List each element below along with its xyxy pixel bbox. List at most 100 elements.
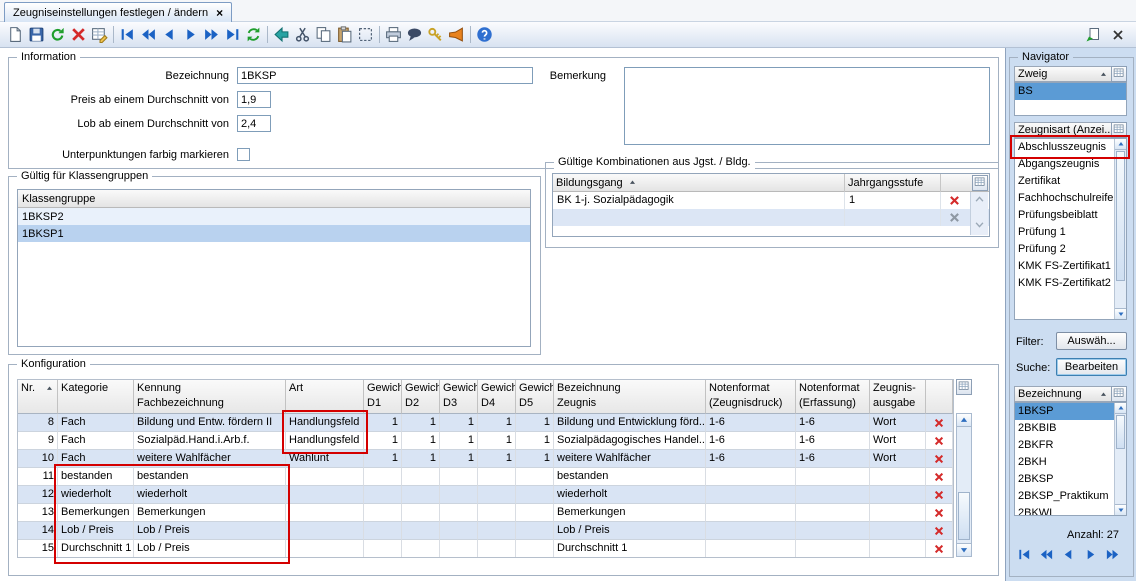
suche-bearbeiten-button[interactable]: Bearbeiten (1056, 358, 1127, 376)
column-header-jahrgangsstufe[interactable]: Jahrgangsstufe (845, 174, 941, 192)
zweig-item[interactable]: BS (1015, 83, 1126, 100)
bezeichnung-item[interactable]: 1BKSP (1015, 403, 1126, 420)
zeugnisart-item[interactable]: Fachhochschulreife (1015, 190, 1126, 207)
zeugnisart-scrollbar[interactable] (1114, 139, 1126, 319)
preis-input[interactable] (237, 91, 271, 108)
close-icon[interactable] (1107, 24, 1128, 45)
konfig-row[interactable]: 10Fachweitere WahlfächerWahlunt11111weit… (18, 450, 953, 468)
scrollbar-thumb[interactable] (958, 492, 970, 540)
zeugnisart-item[interactable]: KMK FS-Zertifikat2 (1015, 275, 1126, 292)
konfig-row[interactable]: 14Lob / PreisLob / PreisLob / Preis (18, 522, 953, 540)
delete-row-button[interactable] (926, 540, 953, 558)
klassengruppe-row[interactable]: 1BKSP1 (18, 225, 530, 242)
bezeichnung-scrollbar[interactable] (1114, 403, 1126, 515)
edit-table-icon[interactable] (89, 24, 110, 45)
bezeichnung-options-button[interactable] (1111, 386, 1127, 402)
filter-auswahl-button[interactable]: Auswäh... (1056, 332, 1127, 350)
nav-forward-icon[interactable] (180, 24, 201, 45)
delete-row-button[interactable] (941, 192, 967, 209)
konfig-row[interactable]: 11bestandenbestandenbestanden (18, 468, 953, 486)
nav-back-button[interactable] (1060, 546, 1077, 562)
bemerkung-textarea[interactable] (624, 67, 990, 145)
delete-row-button[interactable] (926, 468, 953, 486)
key-icon[interactable] (425, 24, 446, 45)
column-header-kennung-fachbezeichnung[interactable]: KennungFachbezeichnung (134, 380, 286, 414)
cut-icon[interactable] (292, 24, 313, 45)
zeugnisart-item[interactable]: Zertifikat (1015, 173, 1126, 190)
konfig-row[interactable]: 12wiederholtwiederholtwiederholt (18, 486, 953, 504)
column-header-kategorie[interactable]: Kategorie (58, 380, 134, 414)
nav-first-button[interactable] (1016, 546, 1033, 562)
detach-icon[interactable] (1082, 24, 1103, 45)
konfig-row[interactable]: 8FachBildung und Entw. fördern IIHandlun… (18, 414, 953, 432)
delete-row-button[interactable] (926, 522, 953, 540)
column-header-zeugnis-ausgabe[interactable]: Zeugnis-ausgabe (870, 380, 926, 414)
zeugnisart-options-button[interactable] (1111, 122, 1127, 138)
scroll-up-icon[interactable] (974, 194, 985, 208)
tab-zeugniseinstellungen[interactable]: Zeugniseinstellungen festlegen / ändern … (4, 2, 232, 22)
delete-icon[interactable] (68, 24, 89, 45)
zeugnisart-item[interactable]: Prüfung 2 (1015, 241, 1126, 258)
scroll-down-icon[interactable] (957, 543, 971, 556)
assign-left-icon[interactable] (271, 24, 292, 45)
scroll-up-icon[interactable] (1115, 139, 1126, 150)
nav-fast-forward-icon[interactable] (201, 24, 222, 45)
help-icon[interactable] (474, 24, 495, 45)
zeugnisart-item[interactable]: KMK FS-Zertifikat1 (1015, 258, 1126, 275)
nav-fast-forward-button[interactable] (1104, 546, 1121, 562)
bezeichnung-item[interactable]: 2BKSP (1015, 471, 1126, 488)
scroll-down-icon[interactable] (974, 219, 985, 233)
konfig-row[interactable]: 9FachSozialpäd.Hand.i.Arb.f.Handlungsfel… (18, 432, 953, 450)
nav-first-icon[interactable] (117, 24, 138, 45)
bezeichnung-item[interactable]: 2BKWI (1015, 505, 1126, 516)
reload-icon[interactable] (47, 24, 68, 45)
bezeichnung-item[interactable]: 2BKBIB (1015, 420, 1126, 437)
table-options-button[interactable] (956, 379, 972, 395)
nav-forward-button[interactable] (1082, 546, 1099, 562)
column-header-gewicht-d4[interactable]: GewichtD4 (478, 380, 516, 414)
scroll-up-icon[interactable] (1115, 403, 1126, 414)
column-header-gewicht-d2[interactable]: GewichtD2 (402, 380, 440, 414)
column-header-art[interactable]: Art (286, 380, 364, 414)
column-header-gewicht-d5[interactable]: GewichtD5 (516, 380, 554, 414)
nav-fast-back-icon[interactable] (138, 24, 159, 45)
column-header-gewicht-d1[interactable]: GewichtD1 (364, 380, 402, 414)
unterpunktungen-checkbox[interactable] (237, 148, 250, 161)
tab-close-icon[interactable]: × (216, 7, 223, 19)
new-icon[interactable] (5, 24, 26, 45)
save-icon[interactable] (26, 24, 47, 45)
column-header-gewicht-d3[interactable]: GewichtD3 (440, 380, 478, 414)
column-header-nr[interactable]: Nr. (18, 380, 58, 414)
lob-input[interactable] (237, 115, 271, 132)
copy-icon[interactable] (313, 24, 334, 45)
konfig-row[interactable]: 13BemerkungenBemerkungenBemerkungen (18, 504, 953, 522)
zeugnisart-item[interactable]: Prüfung 1 (1015, 224, 1126, 241)
scrollbar-thumb[interactable] (1116, 415, 1125, 449)
bezeichnung-item[interactable]: 2BKFR (1015, 437, 1126, 454)
print-icon[interactable] (383, 24, 404, 45)
nav-fast-back-button[interactable] (1038, 546, 1055, 562)
delete-row-button[interactable] (926, 414, 953, 432)
nav-last-icon[interactable] (222, 24, 243, 45)
select-region-icon[interactable] (355, 24, 376, 45)
column-header-klassengruppe[interactable]: Klassengruppe (18, 190, 530, 208)
table-options-button[interactable] (972, 175, 988, 191)
column-header-bildungsgang[interactable]: Bildungsgang (553, 174, 845, 192)
scroll-up-icon[interactable] (957, 414, 971, 427)
refresh-icon[interactable] (243, 24, 264, 45)
delete-row-button[interactable] (926, 486, 953, 504)
megaphone-icon[interactable] (446, 24, 467, 45)
konfiguration-scrollbar[interactable] (956, 413, 972, 557)
konfig-row[interactable]: 15Durchschnitt 1Lob / PreisDurchschnitt … (18, 540, 953, 558)
scrollbar-thumb[interactable] (1116, 151, 1125, 281)
zweig-options-button[interactable] (1111, 66, 1127, 82)
column-header-notenformat-erfassung[interactable]: Notenformat(Erfassung) (796, 380, 870, 414)
comment-icon[interactable] (404, 24, 425, 45)
delete-row-button[interactable] (926, 450, 953, 468)
nav-back-icon[interactable] (159, 24, 180, 45)
column-header-bezeichnung-zeugnis[interactable]: BezeichnungZeugnis (554, 380, 706, 414)
zeugnisart-item[interactable]: Abgangszeugnis (1015, 156, 1126, 173)
delete-row-button[interactable] (926, 504, 953, 522)
paste-icon[interactable] (334, 24, 355, 45)
kombination-row[interactable]: BK 1-j. Sozialpädagogik1 (553, 192, 989, 209)
